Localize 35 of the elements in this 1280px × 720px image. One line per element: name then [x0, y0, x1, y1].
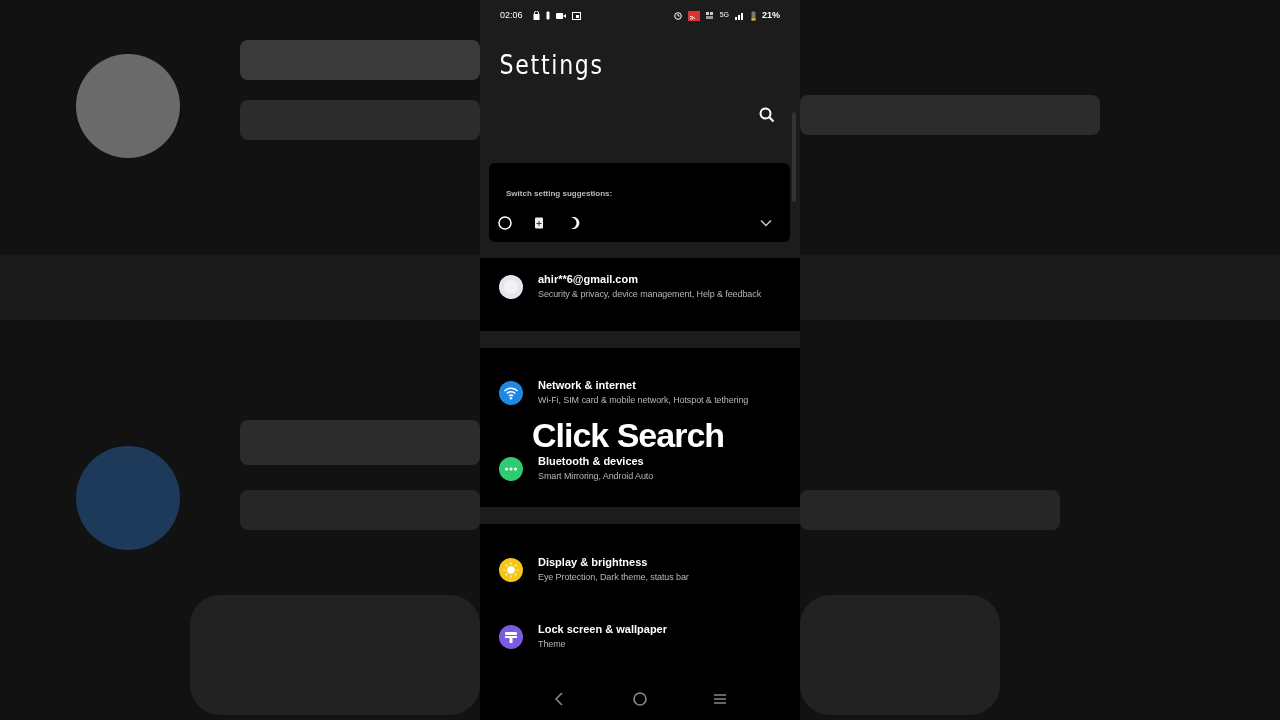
- search-icon: [759, 107, 775, 123]
- menu-button[interactable]: [712, 691, 728, 707]
- item-title[interactable]: ahir**6@gmail.com: [538, 272, 638, 286]
- battery-saver-icon: [532, 216, 546, 230]
- menu-icon: [712, 691, 728, 707]
- item-subtitle: Security & privacy, device management, Help & feedback: [538, 288, 762, 300]
- item-title[interactable]: Network & internet: [538, 378, 636, 392]
- suggestions-label: Switch setting suggestions:: [506, 188, 614, 200]
- circle-toggle-button[interactable]: [498, 216, 512, 230]
- status-time: 02:06: [500, 8, 523, 22]
- cast-icon: [687, 10, 700, 21]
- item-subtitle: Theme: [538, 638, 566, 650]
- item-subtitle: Wi-Fi, SIM card & mobile network, Hotspot & tethering: [538, 394, 749, 406]
- item-title[interactable]: Lock screen & wallpaper: [538, 622, 667, 636]
- item-title[interactable]: Display & brightness: [538, 555, 648, 569]
- battery-saver-button[interactable]: [532, 216, 546, 230]
- home-icon: [632, 691, 648, 707]
- avatar-icon: [499, 275, 523, 299]
- camera-icon: [555, 11, 566, 20]
- video-caption: Click Search: [531, 419, 725, 451]
- picture-in-picture-icon: [571, 11, 581, 20]
- alarm-icon: [673, 11, 682, 20]
- item-subtitle: Smart Mirroring, Android Auto: [538, 470, 654, 482]
- home-button[interactable]: [632, 691, 648, 707]
- wifi-icon: [499, 381, 523, 405]
- item-title[interactable]: Bluetooth & devices: [538, 454, 644, 468]
- battery-icon: [751, 10, 756, 21]
- item-subtitle: Eye Protection, Dark theme, status bar: [538, 571, 689, 583]
- page-title: Settings: [498, 49, 604, 82]
- circle-toggle-icon: [498, 216, 512, 230]
- battery-percent: 21%: [762, 8, 780, 22]
- signal-icon: [735, 11, 745, 20]
- sun-icon: [499, 558, 523, 582]
- dots-icon: [499, 457, 523, 481]
- lock-icon: [532, 11, 540, 20]
